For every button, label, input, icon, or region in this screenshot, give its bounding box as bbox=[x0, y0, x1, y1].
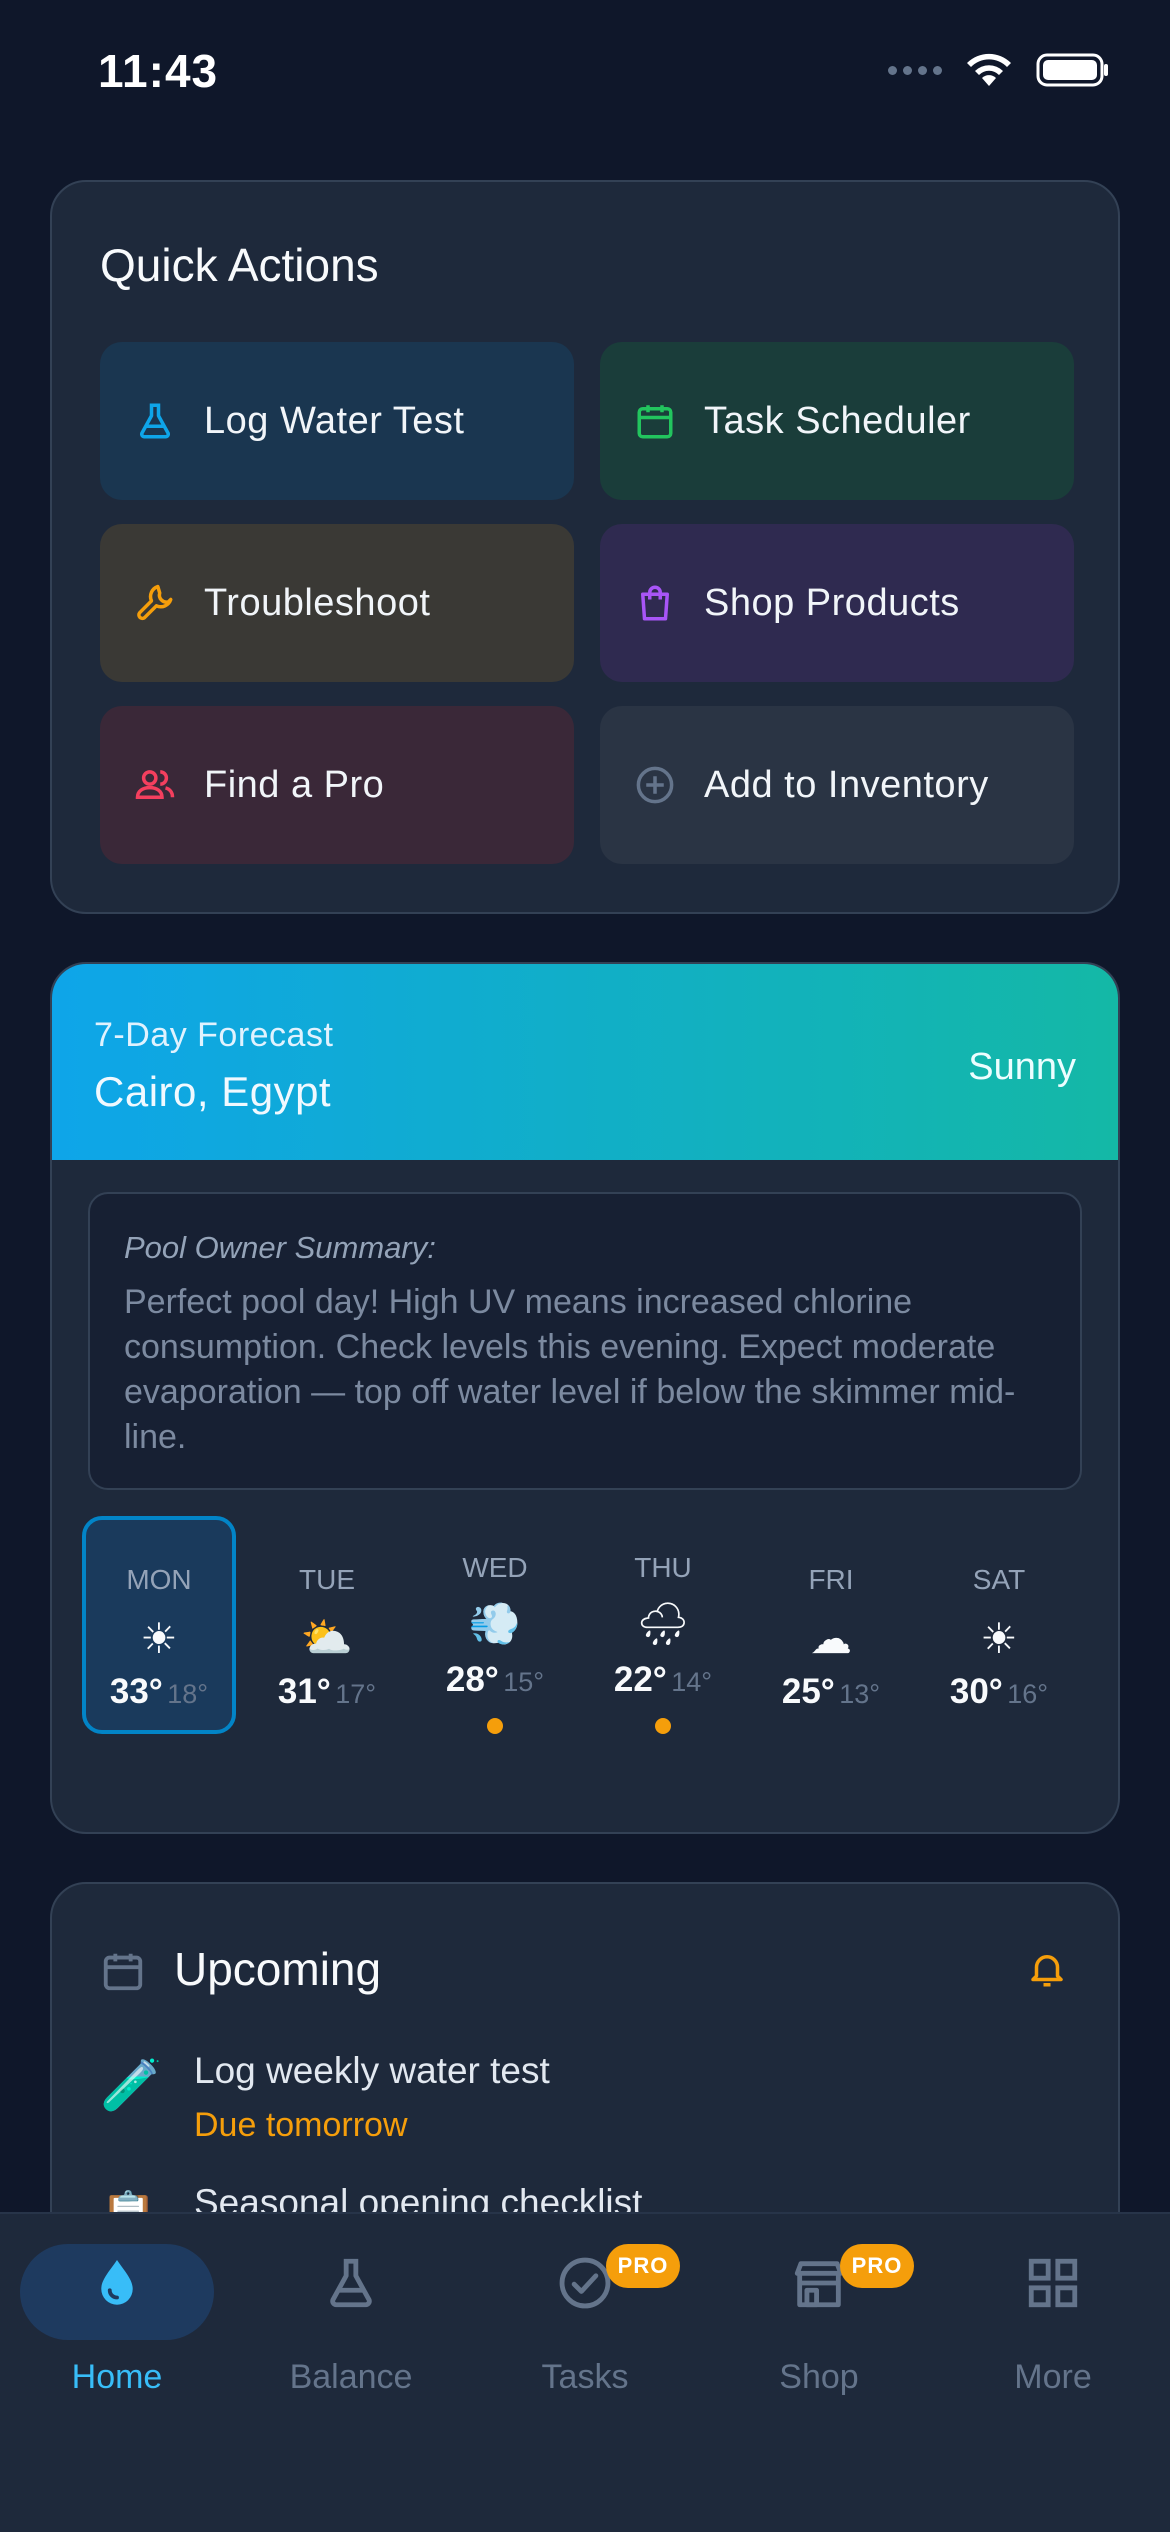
test-tube-icon: 🧪 bbox=[100, 2057, 163, 2113]
tab-label: Shop bbox=[779, 2358, 859, 2396]
day-temps: 30° 16° bbox=[922, 1672, 1076, 1712]
alert-dot bbox=[487, 1718, 503, 1734]
summary-text: Perfect pool day! High UV means increase… bbox=[124, 1283, 1016, 1456]
sunny-icon: ☀ bbox=[980, 1615, 1018, 1662]
add-to-inventory-button[interactable]: Add to Inventory bbox=[600, 706, 1074, 864]
windy-icon: 💨 bbox=[468, 1600, 522, 1647]
find-a-pro-label: Find a Pro bbox=[204, 763, 385, 806]
day-low: 15° bbox=[503, 1667, 545, 1697]
day-high: 30° bbox=[949, 1672, 1003, 1711]
troubleshoot-button[interactable]: Troubleshoot bbox=[100, 524, 574, 682]
quick-actions-grid: Log Water Test Task Scheduler Troublesho… bbox=[100, 342, 1074, 864]
status-time: 11:43 bbox=[98, 45, 219, 97]
flask-icon bbox=[132, 398, 178, 444]
upcoming-item-due: Due tomorrow bbox=[194, 2106, 408, 2144]
day-high: 28° bbox=[445, 1660, 499, 1699]
day-name: THU bbox=[634, 1552, 692, 1583]
summary-title: Pool Owner Summary: bbox=[124, 1230, 436, 1265]
status-icons bbox=[888, 52, 1110, 88]
day-temps: 25° 13° bbox=[754, 1672, 908, 1712]
shopping-bag-icon bbox=[632, 580, 678, 626]
upcoming-title: Upcoming bbox=[174, 1943, 382, 1995]
people-icon bbox=[132, 762, 178, 808]
day-temps: 22° 14° bbox=[586, 1660, 740, 1700]
calendar-icon bbox=[100, 1948, 146, 1999]
status-bar: 11:43 bbox=[0, 0, 1170, 150]
wrench-icon bbox=[132, 580, 178, 626]
pool-owner-summary: Pool Owner Summary: Perfect pool day! Hi… bbox=[88, 1192, 1082, 1490]
forecast-days: MON ☀ 33° 18° TUE ⛅ 31° 17° WED 💨 28° 15… bbox=[82, 1516, 1092, 1736]
day-high: 33° bbox=[109, 1672, 163, 1711]
quick-actions-title: Quick Actions bbox=[100, 239, 379, 291]
forecast-subtitle: 7-Day Forecast bbox=[94, 1016, 334, 1054]
day-wed[interactable]: WED 💨 28° 15° bbox=[418, 1516, 572, 1734]
flask-icon bbox=[234, 2254, 468, 2312]
forecast-location: Cairo, Egypt bbox=[94, 1068, 332, 1115]
tab-home[interactable]: Home bbox=[0, 2214, 234, 2414]
tab-label: Balance bbox=[289, 2358, 413, 2396]
forecast-condition: Sunny bbox=[968, 1046, 1076, 1088]
troubleshoot-label: Troubleshoot bbox=[204, 581, 431, 624]
day-temps: 31° 17° bbox=[250, 1672, 404, 1712]
tab-label: More bbox=[1014, 2358, 1092, 2396]
day-low: 16° bbox=[1007, 1679, 1049, 1709]
day-name: SAT bbox=[972, 1564, 1026, 1595]
pro-badge: PRO bbox=[840, 2244, 914, 2288]
alert-dot bbox=[655, 1718, 671, 1734]
grid-icon bbox=[936, 2254, 1170, 2312]
day-low: 14° bbox=[671, 1667, 713, 1697]
wifi-icon bbox=[967, 53, 1011, 86]
forecast-card: 7-Day Forecast Cairo, Egypt Sunny Pool O… bbox=[50, 962, 1120, 1834]
day-tue[interactable]: TUE ⛅ 31° 17° bbox=[250, 1516, 404, 1734]
day-name: WED bbox=[462, 1552, 528, 1583]
pro-badge: PRO bbox=[606, 2244, 680, 2288]
day-mon[interactable]: MON ☀ 33° 18° bbox=[82, 1516, 236, 1734]
rain-icon: 🌧 bbox=[636, 1600, 690, 1647]
battery-icon bbox=[1036, 53, 1108, 87]
day-high: 22° bbox=[613, 1660, 667, 1699]
find-a-pro-button[interactable]: Find a Pro bbox=[100, 706, 574, 864]
add-to-inventory-label: Add to Inventory bbox=[704, 763, 989, 806]
shop-products-label: Shop Products bbox=[704, 581, 960, 624]
day-low: 13° bbox=[839, 1679, 881, 1709]
partly-cloudy-icon: ⛅ bbox=[300, 1614, 354, 1661]
day-name: MON bbox=[126, 1564, 192, 1595]
tab-label: Home bbox=[71, 2358, 163, 2396]
log-water-test-button[interactable]: Log Water Test bbox=[100, 342, 574, 500]
day-high: 25° bbox=[781, 1672, 835, 1711]
calendar-icon bbox=[632, 398, 678, 444]
day-sat[interactable]: SAT ☀ 30° 16° bbox=[922, 1516, 1076, 1734]
task-scheduler-label: Task Scheduler bbox=[704, 399, 971, 442]
cellular-signal-icon bbox=[888, 65, 942, 75]
tab-tasks[interactable]: PRO Tasks bbox=[468, 2214, 702, 2414]
log-water-test-label: Log Water Test bbox=[204, 399, 465, 442]
day-fri[interactable]: FRI ☁ 25° 13° bbox=[754, 1516, 908, 1734]
day-name: FRI bbox=[808, 1564, 854, 1595]
day-temps: 28° 15° bbox=[418, 1660, 572, 1700]
shop-products-button[interactable]: Shop Products bbox=[600, 524, 1074, 682]
day-temps: 33° 18° bbox=[86, 1672, 232, 1712]
day-thu[interactable]: THU 🌧 22° 14° bbox=[586, 1516, 740, 1734]
bell-icon[interactable] bbox=[1026, 1948, 1068, 1995]
day-low: 18° bbox=[167, 1679, 209, 1709]
tab-more[interactable]: More bbox=[936, 2214, 1170, 2414]
day-low: 17° bbox=[335, 1679, 377, 1709]
task-scheduler-button[interactable]: Task Scheduler bbox=[600, 342, 1074, 500]
forecast-header: 7-Day Forecast Cairo, Egypt Sunny bbox=[52, 964, 1118, 1160]
bottom-tab-bar: Home Balance PRO Tasks PRO Shop More bbox=[0, 2212, 1170, 2532]
tab-label: Tasks bbox=[541, 2358, 629, 2396]
tab-shop[interactable]: PRO Shop bbox=[702, 2214, 936, 2414]
day-high: 31° bbox=[277, 1672, 331, 1711]
tab-balance[interactable]: Balance bbox=[234, 2214, 468, 2414]
upcoming-item-title: Log weekly water test bbox=[194, 2050, 550, 2091]
cloudy-icon: ☁ bbox=[810, 1615, 852, 1662]
water-drop-icon bbox=[0, 2254, 234, 2312]
sunny-icon: ☀ bbox=[140, 1615, 178, 1662]
day-name: TUE bbox=[299, 1564, 355, 1595]
quick-actions-card: Quick Actions Log Water Test Task Schedu… bbox=[50, 180, 1120, 914]
plus-circle-icon bbox=[632, 762, 678, 808]
